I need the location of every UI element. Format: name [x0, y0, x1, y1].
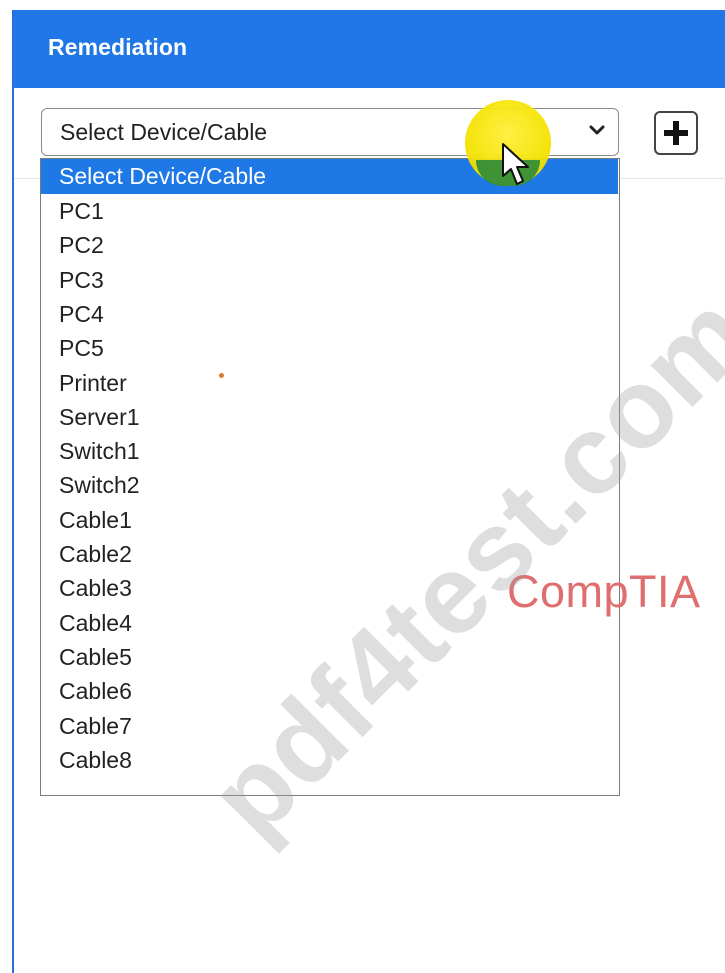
dropdown-option[interactable]: PC2 [41, 228, 618, 262]
plus-icon [664, 121, 688, 145]
dropdown-option[interactable]: PC5 [41, 331, 618, 365]
select-value: Select Device/Cable [60, 119, 268, 145]
panel-title: Remediation [48, 34, 188, 60]
add-button[interactable] [654, 111, 698, 155]
window-left-edge [0, 0, 12, 973]
remediation-panel: Remediation Select Device/Cable Select D… [12, 10, 725, 973]
dropdown-option[interactable]: PC1 [41, 194, 618, 228]
mouse-pointer-icon [502, 143, 529, 185]
stray-dot [219, 373, 224, 378]
dropdown-option[interactable]: PC4 [41, 297, 618, 331]
panel-header: Remediation [14, 10, 725, 88]
dropdown-option[interactable]: Printer [41, 366, 618, 400]
dropdown-option[interactable]: PC3 [41, 263, 618, 297]
chevron-down-icon [589, 125, 605, 135]
